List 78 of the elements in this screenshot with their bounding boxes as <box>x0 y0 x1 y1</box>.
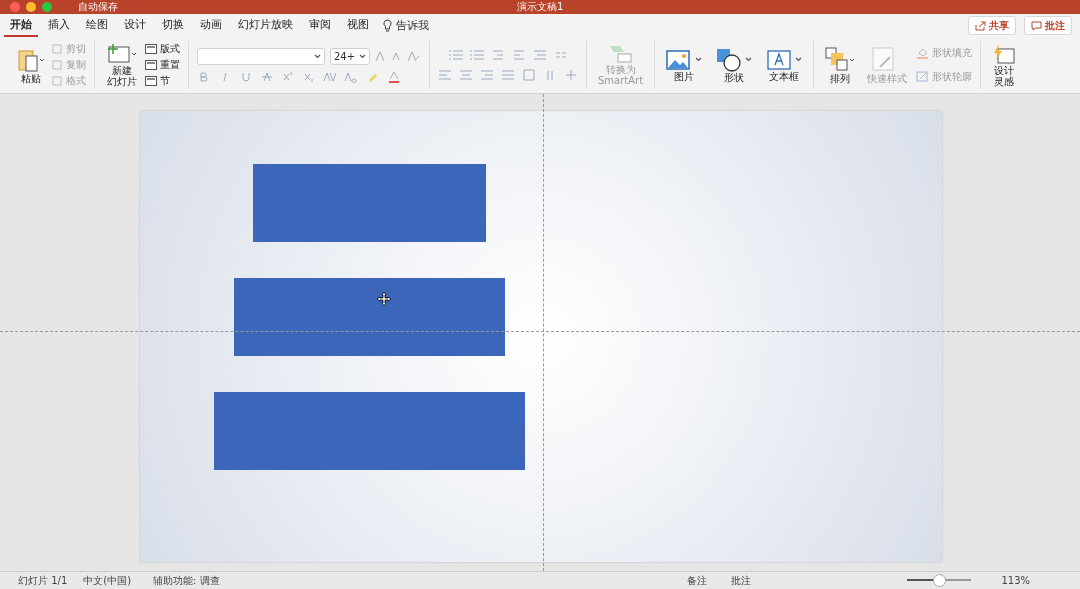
numbering-icon[interactable] <box>469 49 484 61</box>
paint-bucket-icon <box>916 47 930 59</box>
ribbon-tab[interactable]: 幻灯片放映 <box>232 14 299 37</box>
layout-icon <box>145 76 157 86</box>
caret-icon <box>314 53 321 59</box>
font-size-field[interactable]: 24+ <box>330 47 370 65</box>
decrease-indent-icon[interactable] <box>490 49 505 61</box>
align-right-icon[interactable] <box>480 69 494 81</box>
align-left-icon[interactable] <box>438 69 452 81</box>
slide-counter: 幻灯片 1/1 <box>18 574 68 587</box>
comment-icon <box>1031 20 1042 31</box>
window-title: 演示文稿1 <box>517 1 564 13</box>
lightbulb-icon <box>383 19 392 32</box>
accessibility-label[interactable]: 辅助功能: 调查 <box>153 574 220 587</box>
comments-button[interactable]: 批注 <box>1024 16 1072 35</box>
ribbon-tab[interactable]: 动画 <box>194 14 228 37</box>
new-slide-icon <box>106 43 138 65</box>
shrink-font-icon <box>392 51 402 61</box>
align-text-icon[interactable] <box>564 69 578 81</box>
design-ideas-button[interactable]: 设计 灵感 <box>989 43 1020 87</box>
text-box-margins-icon[interactable] <box>522 69 536 81</box>
ribbon-tab[interactable]: 插入 <box>42 14 76 37</box>
bullets-icon[interactable] <box>448 49 463 61</box>
clear-format-icon <box>407 50 421 62</box>
ribbon-tab[interactable]: 绘图 <box>80 14 114 37</box>
justify-icon[interactable] <box>501 69 515 81</box>
text-box-icon <box>766 48 793 71</box>
share-icon <box>975 20 986 31</box>
layout-icon <box>145 60 157 70</box>
ribbon-tab[interactable]: 设计 <box>118 14 152 37</box>
increase-indent-icon[interactable] <box>511 49 526 61</box>
lightning-slide-icon <box>992 43 1017 65</box>
insert-button[interactable]: 图片 <box>663 48 706 82</box>
move-cursor-icon <box>377 292 391 306</box>
insert-button[interactable]: 文本框 <box>763 48 806 82</box>
font-name-field[interactable] <box>197 47 325 65</box>
layout-icon <box>145 44 157 54</box>
comments-status-button[interactable]: 批注 <box>731 574 752 587</box>
rectangle-shape[interactable] <box>234 278 505 356</box>
tell-me-search[interactable]: 告诉我 <box>396 18 429 33</box>
notes-button[interactable]: 备注 <box>687 574 708 587</box>
slide-layout-item[interactable]: 版式 <box>145 42 180 56</box>
share-button[interactable]: 共享 <box>968 16 1016 35</box>
grow-font-icon <box>375 50 387 62</box>
font-color-icon <box>388 70 400 83</box>
character-spacing-icon[interactable] <box>323 70 337 83</box>
caret-icon <box>795 57 803 62</box>
rectangle-shape[interactable] <box>214 392 525 470</box>
smartart-icon <box>607 44 634 64</box>
rectangle-shape[interactable] <box>253 164 486 242</box>
ribbon-tab[interactable]: 视图 <box>341 14 375 37</box>
pen-outline-icon <box>916 71 930 83</box>
line-spacing-icon[interactable] <box>532 49 547 61</box>
autosave-label: 自动保存 <box>78 1 118 13</box>
slide-layout-item[interactable]: 节 <box>145 74 180 88</box>
align-center-icon[interactable] <box>459 69 473 81</box>
superscript-icon[interactable] <box>281 70 295 83</box>
arrange-button[interactable]: 排列 <box>822 46 859 84</box>
language-label[interactable]: 中文(中国) <box>83 574 132 587</box>
bold-icon[interactable] <box>197 70 211 83</box>
zoom-percent[interactable]: 113% <box>1001 574 1030 587</box>
caret-icon <box>359 53 366 59</box>
caret-icon <box>695 57 703 62</box>
new-slide-button[interactable]: 新建 幻灯片 <box>103 43 141 87</box>
underline-icon[interactable] <box>239 70 253 83</box>
shapes-icon <box>716 47 743 72</box>
arrange-icon <box>825 46 856 73</box>
window-controls-icon[interactable] <box>10 2 52 12</box>
slide-layout-item[interactable]: 重置 <box>145 58 180 72</box>
ribbon-tab[interactable]: 审阅 <box>303 14 337 37</box>
insert-button[interactable]: 形状 <box>713 47 756 83</box>
caret-icon <box>745 57 753 62</box>
image-icon <box>666 48 693 71</box>
paste-button[interactable]: 粘贴 <box>14 46 48 84</box>
columns-icon[interactable] <box>553 49 568 61</box>
strikethrough-icon[interactable] <box>260 70 274 83</box>
ribbon-tab[interactable]: 切换 <box>156 14 190 37</box>
change-case-icon[interactable] <box>344 70 358 83</box>
